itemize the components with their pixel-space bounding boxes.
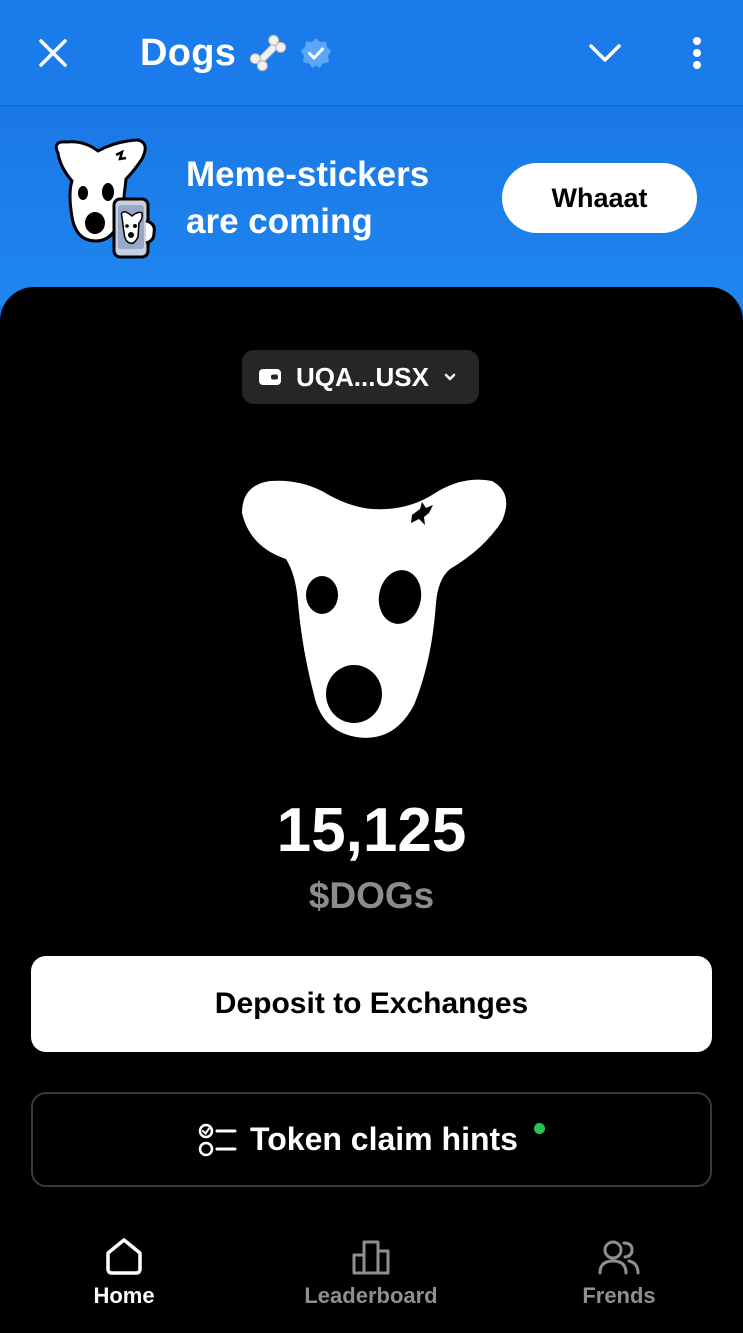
wallet-selector[interactable]: UQA...USX <box>242 350 479 404</box>
tab-leaderboard-label: Leaderboard <box>304 1283 438 1308</box>
top-bar: Dogs <box>0 0 743 106</box>
deposit-to-exchanges-button[interactable]: Deposit to Exchanges <box>31 956 712 1052</box>
dogs-balance: 15,125 <box>276 796 467 865</box>
more-vertical-icon <box>693 37 701 69</box>
notification-dot <box>533 1123 545 1134</box>
app-title-group: Dogs <box>140 28 332 78</box>
app-title: Dogs <box>140 31 237 74</box>
banner-line-2: are coming <box>186 202 373 241</box>
close-icon <box>39 39 67 67</box>
whaaat-button[interactable]: Whaaat <box>502 163 697 233</box>
banner-line-1: Meme-stickers <box>186 155 430 194</box>
leaderboard-icon <box>352 1240 390 1275</box>
bone-emoji-icon <box>249 34 287 72</box>
friends-icon <box>598 1240 640 1275</box>
main-card: UQA...USX 15,125 $DOGs Deposit to Exchan… <box>0 287 743 1333</box>
caret-down-icon <box>444 373 456 381</box>
tab-friends-label: Frends <box>582 1283 656 1308</box>
home-icon <box>106 1238 142 1275</box>
chevron-down-icon <box>589 44 621 62</box>
tab-friends[interactable]: Frends <box>519 1207 719 1317</box>
bottom-tab-bar: Home Leaderboard Frends <box>0 1207 743 1333</box>
dogs-logo-icon <box>242 479 507 738</box>
tab-leaderboard[interactable]: Leaderboard <box>271 1207 471 1317</box>
collapse-button[interactable] <box>580 28 630 78</box>
verified-badge-icon <box>301 38 332 68</box>
token-claim-hints-button[interactable]: Token claim hints <box>31 1092 712 1187</box>
balance-unit: $DOGs <box>308 875 435 916</box>
tab-home[interactable]: Home <box>24 1207 224 1317</box>
close-button[interactable] <box>28 28 78 78</box>
checklist-icon <box>198 1123 237 1156</box>
promo-banner: Meme-stickers are coming Whaaat <box>0 107 743 307</box>
more-menu-button[interactable] <box>672 28 722 78</box>
banner-message: Meme-stickers are coming <box>186 151 429 245</box>
token-claim-hints-label: Token claim hints <box>250 1121 518 1157</box>
wallet-address: UQA...USX <box>296 361 429 392</box>
tab-home-label: Home <box>93 1283 155 1308</box>
dog-with-phone-sticker-icon <box>54 138 156 259</box>
wallet-icon <box>259 369 281 385</box>
